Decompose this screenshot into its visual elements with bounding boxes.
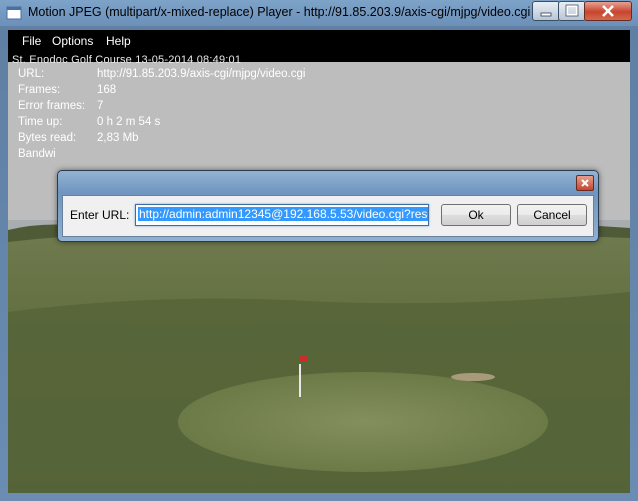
stat-label: Bandwi [18,148,56,160]
cancel-button[interactable]: Cancel [517,204,587,226]
close-button[interactable] [584,1,632,21]
stat-value: 168 [97,84,117,96]
stat-value: http://91.85.203.9/axis-cgi/mjpg/video.c… [97,68,306,80]
minimize-button[interactable] [532,1,560,21]
url-input-value: http://admin:admin12345@192.168.5.53/vid… [138,207,428,221]
minimize-icon [540,12,552,17]
stat-value: 2,83 Mb [97,132,139,144]
client-area: File Options Help St. Enodoc Golf Course… [8,30,630,493]
menu-help[interactable]: Help [106,34,131,48]
close-icon [581,179,589,187]
enter-url-dialog: Enter URL: http://admin:admin12345@192.1… [57,170,599,242]
dialog-close-button[interactable] [576,175,594,191]
camera-caption: St. Enodoc Golf Course 13-05-2014 08:49:… [12,54,242,66]
close-icon [602,5,614,17]
application-icon [6,6,22,20]
url-label: Enter URL: [70,208,130,222]
title-bar[interactable]: Motion JPEG (multipart/x-mixed-replace) … [0,0,638,26]
menu-bar: File Options Help [8,30,630,52]
stat-label: Time up: [18,116,63,128]
app-window: Motion JPEG (multipart/x-mixed-replace) … [0,0,638,501]
stat-label: Frames: [18,84,61,96]
stat-label: Error frames: [18,100,86,112]
stat-label: URL: [18,68,45,80]
menu-file[interactable]: File [22,34,41,48]
stat-label: Bytes read: [18,132,77,144]
maximize-icon [565,4,579,17]
video-frame: St. Enodoc Golf Course 13-05-2014 08:49:… [8,52,630,493]
menu-options[interactable]: Options [52,34,93,48]
url-input[interactable]: http://admin:admin12345@192.168.5.53/vid… [135,204,429,226]
stat-value: 7 [97,100,104,112]
dialog-body: Enter URL: http://admin:admin12345@192.1… [62,195,594,237]
maximize-button[interactable] [558,1,586,21]
ok-button[interactable]: Ok [441,204,511,226]
window-title: Motion JPEG (multipart/x-mixed-replace) … [28,5,531,19]
stat-value: 0 h 2 m 54 s [97,116,161,128]
